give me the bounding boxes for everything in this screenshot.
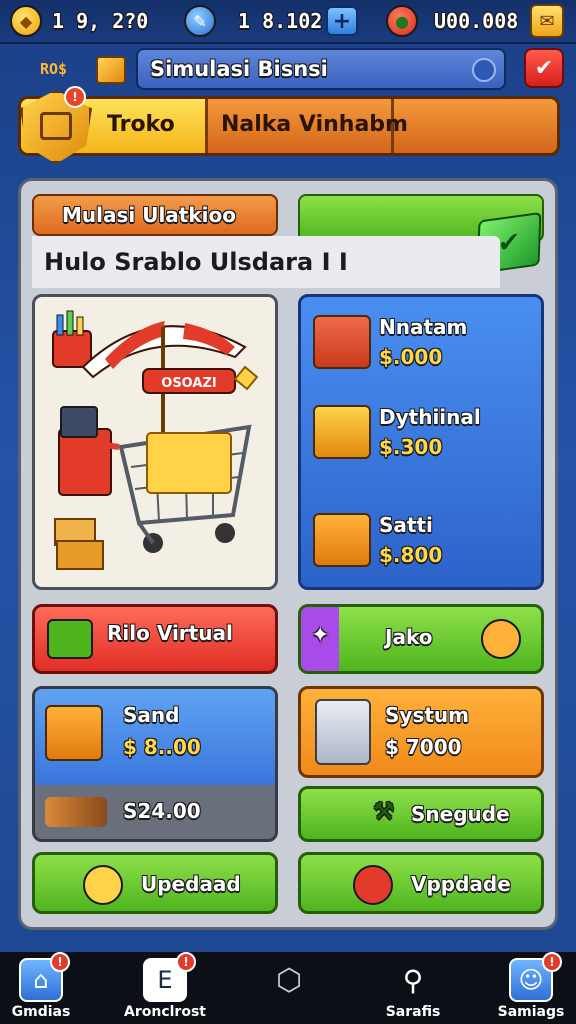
- list-item[interactable]: Dythiinal $.300: [301, 395, 541, 475]
- box-icon: [96, 56, 126, 84]
- upedaad-button[interactable]: Upedaad: [32, 852, 278, 914]
- sand-card[interactable]: Sand $ 8..00 S24.00: [32, 686, 278, 842]
- shop-building-icon: [45, 705, 103, 761]
- item-price: $.800: [379, 543, 443, 567]
- currency-tag: RO$: [40, 60, 68, 78]
- stall-icon: [313, 315, 371, 369]
- vppdade-label: Vppdade: [411, 872, 511, 896]
- upedaad-label: Upedaad: [141, 872, 241, 896]
- notification-badge: !: [64, 86, 86, 108]
- bottom-nav: ⌂ ! Gmdias E ! Aronclrost ⬡ ⚲ Sarafis ☺ …: [0, 952, 576, 1024]
- nav-item-center[interactable]: ⬡: [234, 952, 344, 1024]
- globe-icon[interactable]: [472, 58, 496, 82]
- title-bar: Simulasi Bisnsi: [136, 48, 506, 90]
- nav-label: Gmdias: [11, 1004, 71, 1020]
- star-icon: ✦: [311, 623, 330, 648]
- coin-value: 1 9, 2?0: [52, 9, 149, 33]
- item-name: Dythiinal: [379, 405, 481, 429]
- wrench-icon: ⚒: [373, 797, 395, 825]
- computer-icon: [315, 699, 371, 765]
- system-price: $ 7000: [385, 735, 462, 759]
- gem-icon: ✎: [184, 5, 216, 37]
- shop-illustration: OSOAZI: [32, 294, 278, 590]
- page-title: Simulasi Bisnsi: [150, 57, 328, 81]
- system-name: Systum: [385, 703, 469, 727]
- virtual-button-label: Rilo Virtual: [107, 621, 233, 645]
- nav-label: Samiags: [497, 1004, 565, 1020]
- close-button[interactable]: ✔: [524, 48, 564, 88]
- nav-item-archive[interactable]: E ! Aronclrost: [110, 952, 220, 1024]
- sand-name: Sand: [123, 703, 180, 727]
- item-price: $.300: [379, 435, 443, 459]
- truck-icon: [313, 513, 371, 567]
- nav-badge: !: [50, 952, 70, 972]
- tomato-icon: [353, 865, 393, 905]
- vppdade-button[interactable]: Vppdade: [298, 852, 544, 914]
- key-icon: [45, 797, 107, 827]
- nav-item-settings[interactable]: ☺ ! Samiags: [476, 952, 576, 1024]
- resource-bar: ◆ 1 9, 2?0 ✎ 1 8.102 + ● U00.008 ✉: [0, 0, 576, 44]
- sand-footer-price: S24.00: [123, 799, 201, 823]
- tab-label-troko: Troko: [107, 112, 175, 137]
- system-card[interactable]: Systum $ 7000: [298, 686, 544, 778]
- snegude-label: Snegude: [411, 802, 510, 826]
- snegude-button[interactable]: ⚒ Snegude: [298, 786, 544, 842]
- tab-divider: [205, 99, 208, 153]
- recycle-bin-icon: [47, 619, 93, 659]
- gem-counter[interactable]: ✎ 1 8.102: [184, 5, 322, 37]
- coin-counter[interactable]: ◆ 1 9, 2?0: [10, 5, 148, 37]
- tools-icon: [83, 865, 123, 905]
- add-currency-button[interactable]: +: [326, 6, 358, 36]
- shop-heading-text: Hulo Srablo Ulsdara I I: [44, 248, 348, 276]
- tab-label-nalka[interactable]: Nalka Vinhabm: [221, 112, 408, 137]
- simulation-button-label: Mulasi Ulatkioo: [62, 203, 237, 227]
- hexagon-icon: ⬡: [275, 962, 303, 998]
- item-price: $.000: [379, 345, 443, 369]
- nav-item-map[interactable]: ⚲ Sarafis: [358, 952, 468, 1024]
- virtual-button[interactable]: Rilo Virtual: [32, 604, 278, 674]
- item-name: Nnatam: [379, 315, 468, 339]
- shop-sign-text: OSOAZI: [161, 376, 216, 391]
- shopping-cart-illustration: OSOAZI: [52, 310, 259, 570]
- list-item[interactable]: Nnatam $.000: [301, 305, 541, 385]
- gem-value: 1 8.102: [238, 9, 323, 33]
- fruit-counter[interactable]: ● U00.008: [386, 5, 518, 37]
- nav-badge: !: [542, 952, 562, 972]
- simulation-button[interactable]: Mulasi Ulatkioo: [32, 194, 278, 236]
- fruit-icon: ●: [386, 5, 418, 37]
- item-list: Nnatam $.000 Dythiinal $.300 Satti $.800: [298, 294, 544, 590]
- sand-price: $ 8..00: [123, 735, 201, 759]
- nav-label: Sarafis: [385, 1004, 441, 1020]
- shop-badge-inner: [40, 112, 72, 140]
- jako-button[interactable]: ✦ Jako: [298, 604, 544, 674]
- location-pin-icon: ⚲: [402, 963, 424, 997]
- item-name: Satti: [379, 513, 433, 537]
- gear-icon: [481, 619, 521, 659]
- tab-bar: Troko Nalka Vinhabm: [18, 96, 560, 156]
- shop-heading: Hulo Srablo Ulsdara I I: [32, 236, 500, 288]
- fruit-value: U00.008: [434, 9, 519, 33]
- nav-badge: !: [176, 952, 196, 972]
- mail-icon[interactable]: ✉: [530, 4, 564, 38]
- nav-item-home[interactable]: ⌂ ! Gmdias: [0, 952, 96, 1024]
- coin-icon: ◆: [10, 5, 42, 37]
- list-item[interactable]: Satti $.800: [301, 503, 541, 583]
- nav-label: Aronclrost: [124, 1004, 206, 1020]
- jako-button-label: Jako: [385, 625, 433, 649]
- register-icon: [313, 405, 371, 459]
